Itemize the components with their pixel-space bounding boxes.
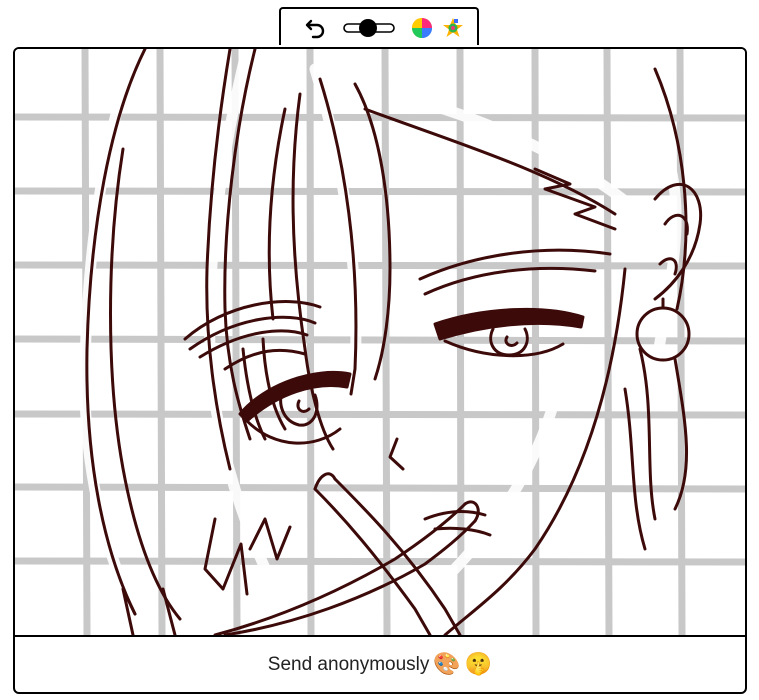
drawing-canvas[interactable] — [15, 49, 745, 635]
palette-emoji-icon: 🎨 — [433, 651, 461, 677]
send-anonymously-button[interactable]: Send anonymously 🎨 🤫 — [15, 635, 745, 692]
drawing-card: Send anonymously 🎨 🤫 — [13, 47, 747, 694]
color-picker-icon — [443, 18, 463, 37]
slider-handle[interactable] — [359, 19, 377, 37]
brush-size-slider[interactable] — [341, 9, 397, 47]
color-picker-button[interactable] — [439, 9, 467, 47]
brush-size-slider-track — [343, 19, 395, 37]
drawing-toolbar — [279, 7, 479, 45]
undo-icon — [305, 19, 325, 39]
color-wheel-icon — [412, 18, 432, 38]
send-anonymously-label: Send anonymously — [267, 653, 430, 675]
grid-background — [15, 49, 745, 635]
shushing-face-emoji-icon: 🤫 — [464, 651, 493, 677]
color-wheel-button[interactable] — [407, 9, 437, 47]
undo-button[interactable] — [299, 9, 333, 47]
sketch-drawing — [15, 49, 745, 635]
